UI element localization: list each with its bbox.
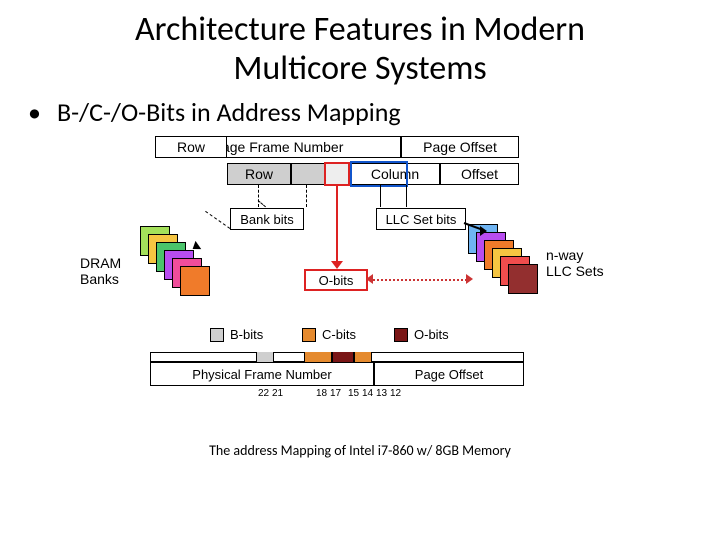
dash-line <box>258 185 259 207</box>
arrow-head-icon <box>480 226 487 236</box>
page-offset-box-bottom: Page Offset <box>374 362 524 386</box>
tick-18: 18 <box>316 388 327 399</box>
legend-cbits-text: C-bits <box>322 327 356 342</box>
tick-13: 13 <box>376 388 387 399</box>
legend-bbits-text: B-bits <box>230 327 263 342</box>
title-line2: Multicore Systems <box>233 48 486 89</box>
slide-title: Architecture Features in Modern Multicor… <box>40 10 680 88</box>
solid-line <box>406 185 407 207</box>
shaded-gap-1 <box>291 163 325 185</box>
o-bits-box: O-bits <box>304 269 368 291</box>
o-bits-source-highlight <box>324 162 350 186</box>
tick-12: 12 <box>390 388 401 399</box>
tick-21: 21 <box>272 388 283 399</box>
address-mapping-figure: Page Frame Number Page Offset Row Row Co… <box>80 136 640 436</box>
row-box-2: Row <box>227 163 291 185</box>
dotted-arrow-head <box>366 274 373 284</box>
dotted-arrow-head <box>466 274 473 284</box>
legend-obits-text: O-bits <box>414 327 449 342</box>
obits-seg <box>332 352 354 362</box>
figure-caption: The address Mapping of Intel i7-860 w/ 8… <box>0 442 720 459</box>
tick-22: 22 <box>258 388 269 399</box>
nway-llc-sets-label: n-way LLC Sets <box>546 248 604 279</box>
physical-frame-number-box: Physical Frame Number <box>150 362 374 386</box>
bbits-seg <box>256 352 274 362</box>
tick-17: 17 <box>330 388 341 399</box>
bullet-text: B-/C-/O-Bits in Address Mapping <box>57 96 401 128</box>
cbits-seg <box>304 352 332 362</box>
solid-line <box>380 185 381 207</box>
legend-obits-swatch <box>394 328 408 342</box>
cbits-seg2 <box>354 352 372 362</box>
offset-box: Offset <box>440 163 519 185</box>
legend-cbits-swatch <box>302 328 316 342</box>
column-box: Column <box>350 163 440 185</box>
dash-line <box>306 185 307 207</box>
bank-bits-label: Bank bits <box>230 208 304 230</box>
title-line1: Architecture Features in Modern <box>135 9 585 50</box>
row-box-1: Row <box>155 136 227 158</box>
legend-bbits-swatch <box>210 328 224 342</box>
obits-arrow-head <box>331 261 343 269</box>
bullet-item: • B-/C-/O-Bits in Address Mapping <box>28 96 720 128</box>
dram-banks-label: DRAM Banks <box>80 256 121 287</box>
llc-set-bits-label: LLC Set bits <box>376 208 466 230</box>
dotted-link <box>370 279 470 281</box>
tick-15: 15 <box>348 388 359 399</box>
obits-arrow-stem <box>336 185 338 263</box>
dash-arrow <box>205 211 230 229</box>
page-offset-box-top: Page Offset <box>401 136 519 158</box>
tick-14: 14 <box>362 388 373 399</box>
bullet-dot-icon: • <box>28 96 41 128</box>
